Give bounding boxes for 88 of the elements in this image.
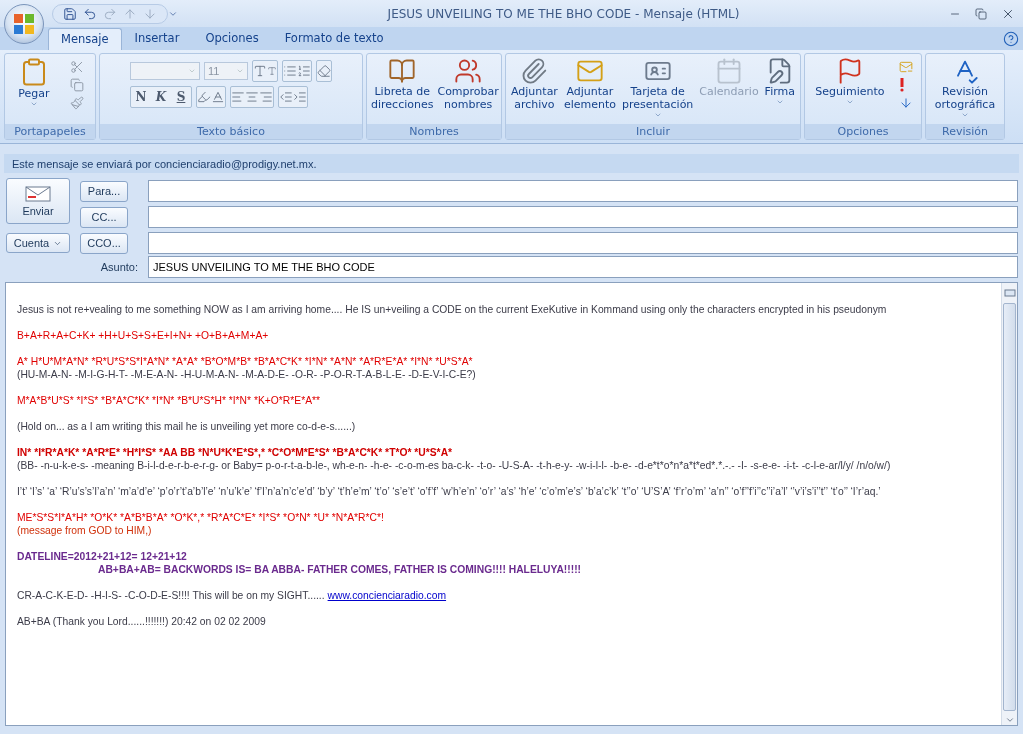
font-style-button[interactable]: K [151, 88, 171, 106]
undo-icon[interactable] [83, 6, 97, 21]
caret-icon [188, 67, 196, 75]
caret-icon [775, 98, 784, 106]
ribbon-tab[interactable]: Opciones [192, 27, 272, 50]
ribbon-button[interactable]: Adjuntar archivo [509, 56, 560, 112]
office-logo-icon [13, 13, 35, 35]
office-button[interactable] [4, 4, 44, 44]
align-left-icon[interactable] [231, 90, 245, 104]
to-field[interactable] [148, 180, 1018, 202]
body-text: AB+BA+AB= BACKWORDS IS= BA ABBA- FATHER COMES, FATHER IS COMING!!!! HALELUYA!!!!! [97, 563, 582, 576]
restore-icon[interactable] [975, 7, 987, 20]
paste-button[interactable]: Pegar [16, 56, 52, 109]
group-label: Nombres [367, 124, 501, 139]
website-link[interactable]: www.concienciaradio.com [327, 590, 447, 601]
ribbon-tab[interactable]: Formato de texto [271, 27, 397, 50]
align-right-icon[interactable] [259, 90, 273, 104]
ribbon-button[interactable]: Firma [762, 56, 797, 107]
account-button[interactable]: Cuenta [6, 233, 70, 253]
ribbon-button[interactable]: Tarjeta de presentación [620, 56, 696, 120]
mail-options-icon[interactable] [898, 60, 913, 74]
caret-icon [961, 111, 969, 119]
body-text: CR-A-C-K-E-D- -H-I-S- -C-O-D-E-S!!!! This will be on my SIGHT...... [17, 590, 325, 601]
group-label: Revisión [926, 124, 1004, 139]
body-text: M*A*B*U*S* *I*S* *B*A*C*K* *I*N* *B*U*S*H* *I*N* *K+O*R*E*A** [17, 394, 322, 407]
cc-field[interactable] [148, 206, 1018, 228]
ribbon-button[interactable]: Seguimiento [813, 56, 887, 107]
caret-icon [653, 111, 662, 119]
ribbon-button[interactable]: Revisión ortográfica [932, 56, 998, 120]
recipient-button[interactable]: Para... [80, 180, 128, 202]
exclamation-icon[interactable] [898, 78, 905, 92]
info-bar: Este mensaje se enviará por concienciaradio@prodigy.net.mx. [4, 154, 1019, 173]
body-text: IN* *I*R*A*K* *A*R*E* *H*I*S* *AA BB *N*U*K*E*S*,* *C*O*M*E*S* *B*A*C*K* *T*O* *U*S*A* [17, 446, 454, 459]
save-icon[interactable] [63, 6, 77, 21]
address-book-icon [388, 57, 417, 85]
body-text: Jesus is not re+vealing to me something NOW as I am arriving home.... He IS un+veiling a CODE on the current ExeKutive in Kommand using only the characters encrypted in his pseudonym [17, 303, 888, 316]
ribbon-tab[interactable]: Insertar [121, 27, 193, 50]
body-text: (message from GOD to HIM,) [17, 524, 153, 537]
group-label: Texto básico [100, 124, 362, 139]
help-icon[interactable] [1003, 30, 1019, 47]
ribbon-button[interactable]: Comprobar nombres [435, 56, 501, 112]
format-painter-icon[interactable] [69, 96, 84, 110]
bcc-field[interactable] [148, 232, 1018, 254]
redo-icon[interactable] [103, 6, 117, 21]
subject-field[interactable]: JESUS UNVEILING TO ME THE BHO CODE [148, 256, 1018, 278]
bullets-icon[interactable] [283, 64, 297, 78]
align-center-icon[interactable] [245, 90, 259, 104]
font-style-button[interactable]: S [171, 88, 191, 106]
body-text: ME*S*S*I*A*H* *O*K* *A*B*B*A* *O*K*,* *R*A*C*E* *I*S* *O*N* *U* *N*A*R*C*! [17, 511, 385, 524]
numbering-icon[interactable] [297, 64, 311, 78]
group-label: Opciones [805, 124, 921, 139]
ribbon-button[interactable]: Adjuntar elemento [561, 56, 618, 112]
window-title: JESUS UNVEILING TO ME THE BHO CODE - Mensaje (HTML) [386, 6, 741, 21]
body-text: AB+BA (Thank you Lord......!!!!!!!) 20:42 on 02 02 2009 [17, 615, 267, 628]
envelope-icon [25, 185, 51, 202]
calendar-icon [715, 57, 743, 85]
caret-icon [236, 67, 244, 75]
ribbon-button[interactable]: Libreta de direcciones [369, 56, 436, 112]
scroll-down-icon[interactable] [1004, 715, 1015, 725]
font-color-icon[interactable] [211, 90, 225, 104]
body-text: (BB- -n-u-k-e-s- -meaning B-i-l-d-e-r-b-e-r-g- or Baby= p-o-r-t-a-b-le-, wh-e-n- -h-e- -c-o-m-es ba-c-k- -t-o- -U-S-A- -t-h-e-y- -w-i-l-l- -b-e- -d-e*t*o*n*a*t*ed*.*.-.- -I- -s-e-e- -i-t- -c-l-e-ar/l/y/ /n/o/w/) [17, 459, 892, 472]
highlighter-icon[interactable] [197, 90, 211, 104]
body-text: (HU-M-A-N- -M-I-G-H-T- -M-E-A-N- -H-U-M-A-N- -M-A-D-E- -O-R- -P-O-R-T-A-B-L-E- -D-E-V-I-C-E?) [17, 368, 477, 381]
copy-icon[interactable] [69, 78, 84, 92]
body-text: I’t’ ‘I’s’ ‘a’ ‘R’u’s’s’I’a’n’ ‘m’a’d’e’ ‘p’o’r’t’a’b’l’e’ ‘n’u’k’e’ ‘f’I’n’a’n’c’e’d’ ‘b’y’ ‘t’h’e’m’ ‘t’o’ ‘s’e’t’ ‘o’f’f’ ‘w’h’e’n’ ‘o’r’ ‘a’s’ ‘h’e’ ‘c’o’m’e’s’ ‘b’a’c’k’ ‘t’’o’ ‘U’S’A’ ‘f’r’o’m’ ‘a’n’’ ‘o’f’’f’i’’c’’i’a’l’ ‘’v’i’s’i’’t’’ ‘t’o’’ ‘I’r’aq.’ [17, 485, 882, 498]
body-text: DATELINE=2012+21+12= 12+21+12 [17, 550, 188, 563]
group-label: Portapapeles [5, 124, 95, 139]
body-text: A* H*U*M*A*N* *R*U*S*S*I*A*N* *A*A* *B*O*M*B* *B*A*C*K* *I*N* *A*N* *A*R*E*A* *I*N* *U*S*A* [17, 355, 474, 368]
recipient-button[interactable]: CCO... [80, 232, 128, 254]
indent-icon[interactable] [293, 90, 307, 104]
paperclip-icon [520, 57, 549, 85]
font-style-button[interactable]: N [131, 88, 151, 106]
recipient-button[interactable]: CC... [80, 206, 128, 228]
body-text: (Hold on... as a I am writing this mail he is unveiling yet more co-d-e-s......) [17, 420, 357, 433]
clear-format-icon[interactable] [317, 64, 331, 78]
font-name-field[interactable] [130, 62, 200, 80]
scrollbar[interactable] [1001, 283, 1017, 725]
send-button[interactable]: Enviar [6, 178, 70, 224]
outdent-icon[interactable] [279, 90, 293, 104]
ribbon-tab[interactable]: Mensaje [48, 28, 122, 50]
caret-icon [845, 98, 854, 106]
group-label: Incluir [506, 124, 800, 139]
scissors-icon[interactable] [69, 60, 84, 74]
body-text: B+A+R+A+C+K+ +H+U+S+S+E+I+N+ +O+B+A+M+A+ [17, 329, 270, 342]
caret-icon [29, 100, 38, 108]
grow-font-icon[interactable] [253, 64, 267, 78]
subject-label: Asunto: [99, 261, 139, 273]
shrink-font-icon[interactable] [267, 66, 277, 76]
